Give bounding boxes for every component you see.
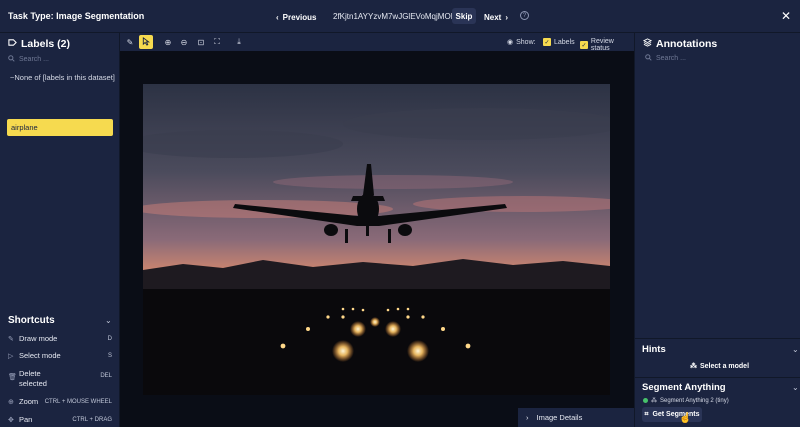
draw-tool-button[interactable]: ✎	[123, 35, 137, 49]
chevron-down-icon[interactable]: ⌄	[792, 345, 799, 354]
fit-screen-button[interactable]: ⊡	[194, 35, 208, 49]
shortcut-label: Delete	[19, 369, 41, 378]
show-text: Show:	[516, 38, 536, 46]
review-status-toggle[interactable]: ✓ Review status	[580, 38, 634, 52]
labels-title: Labels (2)	[8, 38, 70, 50]
search-icon	[645, 54, 652, 63]
hand-pointer-icon: ☝	[679, 413, 692, 424]
zoom-icon: ⊕	[8, 398, 14, 406]
task-type-label: Task Type: Image Segmentation	[8, 11, 145, 21]
shortcut-key: S	[107, 352, 112, 359]
shortcut-key: D	[107, 335, 112, 342]
previous-button[interactable]: ‹ Previous	[272, 10, 320, 24]
shortcut-label: Select mode	[19, 351, 61, 360]
annotation-image[interactable]	[143, 84, 610, 395]
shortcut-label: Pan	[19, 415, 33, 424]
search-icon	[8, 54, 15, 64]
canvas-toolbar: ✎ ⊕ ⊖ ⊡ ⛶ ⤓ ◉ Show: ✓ Labels ✓ Review st…	[120, 33, 634, 52]
model-icon: ⁂	[651, 398, 657, 404]
shortcut-pan: ✥ Pan CTRL + DRAG	[8, 415, 112, 424]
select-tool-button[interactable]	[139, 35, 153, 49]
get-segments-label: Get Segments	[652, 411, 700, 418]
trash-icon: 🗑	[8, 374, 17, 381]
labels-search-input[interactable]: Search ...	[8, 52, 112, 66]
hints-title: Hints	[642, 344, 666, 355]
next-label: Next	[484, 12, 502, 22]
fullscreen-icon: ⛶	[214, 37, 220, 46]
pencil-icon: ✎	[126, 37, 134, 47]
tag-icon	[8, 38, 17, 50]
model-name: Segment Anything 2 (tiny)	[660, 397, 729, 404]
eye-icon: ◉	[507, 39, 514, 46]
skip-button[interactable]: Skip	[452, 8, 476, 24]
segment-anything-title: Segment Anything	[642, 382, 726, 393]
label-item-none[interactable]: ~None of [labels in this dataset]	[10, 73, 115, 82]
hand-icon: ✥	[8, 416, 14, 424]
chevron-down-icon[interactable]: ⌄	[105, 316, 112, 325]
annotations-search-input[interactable]: Search ...	[645, 54, 686, 63]
zoom-out-icon: ⊖	[180, 37, 188, 47]
cursor-icon: ▷	[8, 352, 14, 360]
show-label: ◉ Show:	[507, 38, 536, 47]
annotations-search-placeholder: Search ...	[656, 55, 686, 62]
shortcut-key: DEL	[100, 373, 112, 379]
label-item-airplane[interactable]: airplane	[7, 119, 113, 136]
cursor-icon	[142, 36, 151, 48]
get-segments-button[interactable]: ⌗ Get Segments	[642, 407, 702, 422]
shortcut-key: CTRL + MOUSE WHEEL	[44, 398, 112, 405]
shortcut-delete: 🗑 Delete selected DEL	[8, 369, 112, 389]
review-status-toggle-label: Review status	[590, 38, 614, 52]
next-button[interactable]: Next ›	[484, 10, 508, 24]
fullscreen-button[interactable]: ⛶	[210, 35, 224, 49]
zoom-out-button[interactable]: ⊖	[177, 35, 191, 49]
shortcut-label: Draw mode	[19, 334, 58, 343]
top-bar: Task Type: Image Segmentation ‹ Previous…	[0, 0, 800, 33]
labels-title-text: Labels (2)	[21, 38, 71, 50]
shortcut-label: Zoom	[19, 397, 39, 406]
download-button[interactable]: ⤓	[232, 35, 246, 49]
chevron-right-icon: ›	[526, 413, 529, 422]
layers-icon	[642, 38, 653, 50]
shortcut-label-line2: selected	[19, 379, 47, 388]
annotations-panel: Annotations Search ... Hints ⌄ ⁂ Select …	[634, 33, 800, 427]
status-dot-icon	[643, 398, 648, 403]
previous-label: Previous	[282, 12, 317, 22]
download-icon: ⤓	[237, 37, 241, 46]
image-filename: 2fKjtn1AYYzvM7wJGlEVoMqjMOI.jpg	[333, 12, 466, 21]
labels-search-placeholder: Search ...	[19, 55, 49, 63]
image-details-label: Image Details	[536, 413, 583, 422]
model-icon: ⁂	[690, 363, 697, 370]
fit-screen-icon: ⊡	[197, 37, 205, 47]
divider	[635, 377, 800, 378]
shortcut-key: CTRL + DRAG	[72, 416, 112, 423]
chevron-left-icon: ‹	[276, 12, 279, 22]
labels-toggle[interactable]: ✓ Labels	[543, 38, 575, 46]
shortcut-select-mode: ▷ Select mode S	[8, 351, 112, 360]
shortcut-zoom: ⊕ Zoom CTRL + MOUSE WHEEL	[8, 397, 112, 406]
checkbox-checked-icon: ✓	[543, 38, 551, 46]
select-model-label: Select a model	[700, 362, 750, 370]
close-icon[interactable]: ✕	[781, 9, 791, 23]
chevron-down-icon[interactable]: ⌄	[792, 383, 799, 392]
zoom-in-button[interactable]: ⊕	[161, 35, 175, 49]
zoom-in-icon: ⊕	[164, 37, 172, 47]
divider	[635, 338, 800, 339]
labels-panel: Labels (2) Search ... ~None of [labels i…	[0, 33, 120, 427]
segments-icon: ⌗	[644, 410, 649, 418]
checkbox-checked-icon: ✓	[580, 41, 588, 49]
model-status: ⁂ Segment Anything 2 (tiny)	[643, 397, 729, 404]
help-icon[interactable]: ?	[520, 11, 529, 20]
select-model-button[interactable]: ⁂ Select a model	[690, 360, 749, 372]
annotations-title: Annotations	[642, 38, 718, 50]
labels-toggle-label: Labels	[554, 38, 575, 46]
image-details-toggle[interactable]: › Image Details	[518, 408, 634, 427]
shortcut-draw-mode: ✎ Draw mode D	[8, 334, 112, 343]
shortcuts-title: Shortcuts	[8, 315, 55, 326]
pencil-icon: ✎	[8, 335, 14, 343]
annotations-title-text: Annotations	[656, 38, 718, 50]
chevron-right-icon: ›	[505, 12, 509, 22]
